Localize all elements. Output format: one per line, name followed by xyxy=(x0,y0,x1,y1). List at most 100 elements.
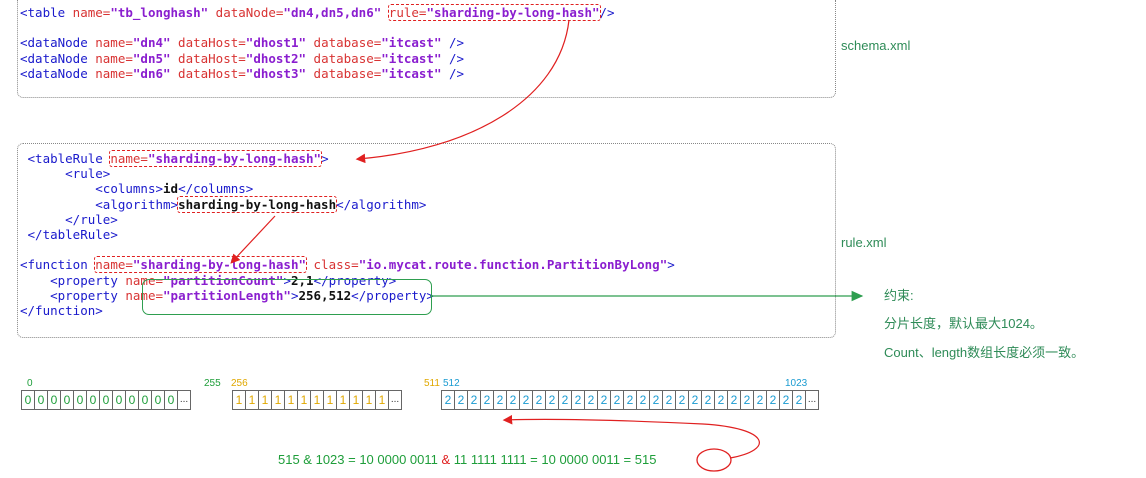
index-cell: 1 xyxy=(311,390,324,410)
table-close: /> xyxy=(599,5,615,20)
index-cell: 2 xyxy=(507,390,520,410)
index-cell: 2 xyxy=(481,390,494,410)
datanode-name: "dn5" xyxy=(132,50,171,66)
index-cell: 1 xyxy=(337,390,350,410)
index-cell: 2 xyxy=(702,390,715,410)
index-cell: 1 xyxy=(246,390,259,410)
index-cell: 0 xyxy=(21,390,35,410)
datanode-host-attr: dataHost= xyxy=(170,35,246,51)
datanode-name: "dn6" xyxy=(132,65,171,81)
datanode-tag: <dataNode xyxy=(20,65,88,81)
index-cell: 2 xyxy=(533,390,546,410)
index-cell: 0 xyxy=(139,390,152,410)
table-name-value: "tb_longhash" xyxy=(110,5,209,20)
index-cell: 2 xyxy=(650,390,663,410)
datanode-db: "itcast" xyxy=(381,65,442,81)
algorithm-open-tag: <algorithm> xyxy=(95,196,179,212)
rule-close-tag: </rule> xyxy=(65,211,118,227)
algorithm-close-tag: </algorithm> xyxy=(336,196,427,212)
index-cell: 1 xyxy=(285,390,298,410)
datanode-name-attr: name= xyxy=(87,65,133,81)
index-cell: 2 xyxy=(767,390,780,410)
tablerule-close-tag: </tableRule> xyxy=(27,227,118,243)
index-cell: 2 xyxy=(728,390,741,410)
property-tag: <property xyxy=(50,287,118,303)
function-name-attr: name= xyxy=(95,257,133,273)
index-cell: 2 xyxy=(663,390,676,410)
datanode-db-attr: database= xyxy=(306,35,382,51)
index-cell: 2 xyxy=(780,390,793,410)
index-cell: 2 xyxy=(546,390,559,410)
index-cell: 2 xyxy=(624,390,637,410)
columns-close-tag: </columns> xyxy=(178,181,254,197)
index-512: 512 xyxy=(443,378,460,389)
index-cell: 1 xyxy=(259,390,272,410)
index-cell: 2 xyxy=(793,390,806,410)
datanode-end: /> xyxy=(441,50,465,66)
function-class-value: "io.mycat.route.function.PartitionByLong… xyxy=(358,257,668,273)
index-cell: 0 xyxy=(48,390,61,410)
schema-file-label: schema.xml xyxy=(841,38,911,53)
index-cell: 2 xyxy=(689,390,702,410)
index-cell: 1 xyxy=(324,390,337,410)
property-tag: <property xyxy=(50,272,118,288)
datanode-host: "dhost1" xyxy=(245,35,307,51)
index-cell: 2 xyxy=(572,390,585,410)
index-cell: ... xyxy=(178,390,191,410)
table-datanode-value: "dn4,dn5,dn6" xyxy=(283,5,382,20)
index-cell: 0 xyxy=(113,390,126,410)
function-open-tag: <function xyxy=(20,257,88,273)
rule-file-label: rule.xml xyxy=(841,235,887,250)
index-255: 255 xyxy=(204,378,221,389)
tablerule-gt: > xyxy=(321,151,329,166)
function-gt: > xyxy=(667,257,675,273)
property-highlight-box xyxy=(142,279,432,315)
index-cell: 1 xyxy=(298,390,311,410)
function-name-value: "sharding-by-long-hash" xyxy=(132,257,306,273)
index-cell: 2 xyxy=(585,390,598,410)
datanode-end: /> xyxy=(441,35,465,51)
index-cell: 2 xyxy=(715,390,728,410)
datanode-db: "itcast" xyxy=(381,50,442,66)
tablerule-name-highlight: name="sharding-by-long-hash" xyxy=(109,150,323,167)
datanode-db-attr: database= xyxy=(306,50,382,66)
index-cell: 2 xyxy=(520,390,533,410)
datanode-tag: <dataNode xyxy=(20,50,88,66)
index-cell: 2 xyxy=(468,390,481,410)
datanode-host: "dhost2" xyxy=(245,50,307,66)
index-cell: 0 xyxy=(126,390,139,410)
datanode-name-attr: name= xyxy=(87,35,133,51)
formula-right: 11 1111 1111 = 10 0000 0011 = xyxy=(450,452,635,467)
tablerule-tag: <tableRule xyxy=(27,151,103,166)
index-1023: 1023 xyxy=(785,378,808,389)
datanode-host: "dhost3" xyxy=(245,65,307,81)
table-tag: <table xyxy=(20,5,66,20)
function-name-highlight: name="sharding-by-long-hash" xyxy=(94,256,307,274)
index-cell: ... xyxy=(389,390,402,410)
partition-2-cells: 2 2 2 2 2 2 2 2 2 2 2 2 2 2 2 2 2 2 2 2 2 2 2 2 2 2 2 2... xyxy=(441,390,819,410)
datanode-host-attr: dataHost= xyxy=(170,65,246,81)
index-cell: 0 xyxy=(152,390,165,410)
columns-value: id xyxy=(163,181,179,197)
index-cell: 1 xyxy=(376,390,389,410)
index-cell: 2 xyxy=(676,390,689,410)
datanode-tag: <dataNode xyxy=(20,35,88,51)
columns-open-tag: <columns> xyxy=(95,181,163,197)
index-cell: 2 xyxy=(637,390,650,410)
datanode-db-attr: database= xyxy=(306,65,382,81)
index-cell: 0 xyxy=(87,390,100,410)
index-cell: 0 xyxy=(165,390,178,410)
constraint-line-2: Count、length数组长度必须一致。 xyxy=(884,345,1085,360)
rule-open-tag: <rule> xyxy=(65,166,111,182)
partition-1-cells: 1 1 1 1 1 1 1 1 1 1 1 1... xyxy=(232,390,402,410)
table-datanode-attr: dataNode= xyxy=(208,5,284,20)
index-511: 511 xyxy=(424,378,440,389)
index-cell: 2 xyxy=(455,390,468,410)
hash-formula: 515 & 1023 = 10 0000 0011 & 11 1111 1111… xyxy=(278,452,656,467)
index-cell: 2 xyxy=(754,390,767,410)
index-256: 256 xyxy=(231,378,248,389)
datanode-db: "itcast" xyxy=(381,35,442,51)
index-cell: 0 xyxy=(100,390,113,410)
index-cell: 2 xyxy=(559,390,572,410)
datanode-name-attr: name= xyxy=(87,50,133,66)
